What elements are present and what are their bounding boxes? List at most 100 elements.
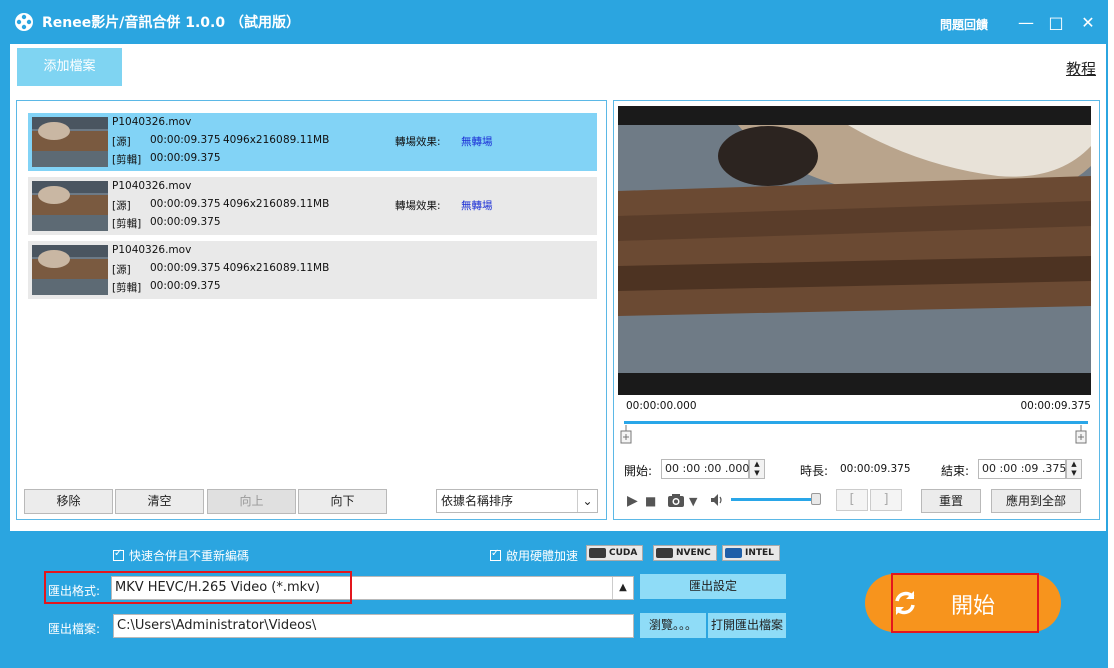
timeline-end-handle[interactable] (1074, 425, 1088, 445)
transition-link[interactable]: 無轉場 (461, 198, 493, 213)
open-folder-button[interactable]: 打開匯出檔案 (708, 613, 786, 638)
mark-out-button[interactable]: ] (870, 489, 902, 511)
cut-label: [剪輯] (112, 218, 142, 230)
volume-icon[interactable] (710, 493, 726, 507)
feedback-link[interactable]: 問題回饋 (940, 16, 988, 33)
file-resolution: 4096x2160 (223, 198, 283, 210)
end-time-label: 結束: (941, 464, 970, 478)
checkbox-checked-icon (113, 548, 124, 561)
fast-merge-label: 快速合併且不重新編碼 (129, 549, 250, 563)
nvidia-chip-icon (589, 548, 606, 558)
clear-button[interactable]: 清空 (115, 489, 204, 514)
fast-merge-checkbox[interactable]: 快速合併且不重新編碼 (113, 547, 249, 564)
window-title: Renee影片/音訊合併 1.0.0 （試用版） (42, 15, 300, 31)
file-name: P1040326.mov (112, 244, 192, 256)
cuda-badge: CUDA (586, 545, 644, 561)
cut-duration: 00:00:09.375 (150, 152, 221, 164)
close-button[interactable]: ✕ (1077, 12, 1099, 34)
start-time-stepper[interactable]: ▲ ▼ (749, 459, 765, 479)
screenshot-dropdown-icon[interactable]: ▼ (689, 494, 697, 510)
duration-label: 時長: (800, 464, 829, 478)
hw-accel-checkbox[interactable]: 啟用硬體加速 (490, 547, 578, 564)
timeline-start-handle[interactable] (619, 425, 633, 445)
checkbox-checked-icon (490, 548, 501, 561)
maximize-button[interactable]: □ (1045, 12, 1067, 34)
timeline-track[interactable] (624, 421, 1088, 424)
export-path-input[interactable]: C:\Users\Administrator\Videos\ (113, 614, 634, 638)
video-thumbnail (32, 117, 108, 167)
transition-link[interactable]: 無轉場 (461, 134, 493, 149)
nvidia-chip-icon (656, 548, 673, 558)
source-duration: 00:00:09.375 (150, 262, 221, 274)
video-thumbnail (32, 181, 108, 231)
cut-duration: 00:00:09.375 (150, 280, 221, 292)
main-panel: 添加檔案 教程 P1040326.mov [源] 00:00:09.375 40… (10, 44, 1106, 531)
nvenc-label: NVENC (676, 548, 711, 558)
source-label: [源] (112, 264, 131, 276)
file-size: 89.11MB (283, 134, 330, 146)
cuda-label: CUDA (609, 548, 638, 558)
end-time-stepper[interactable]: ▲ ▼ (1066, 459, 1082, 479)
source-label: [源] (112, 200, 131, 212)
title-bar: Renee影片/音訊合併 1.0.0 （試用版） 問題回饋 — □ ✕ (0, 0, 1108, 44)
tutorial-link[interactable]: 教程 (1066, 58, 1096, 79)
source-duration: 00:00:09.375 (150, 134, 221, 146)
transition-label: 轉場效果: (395, 136, 441, 148)
sort-dropdown-value: 依據名稱排序 (441, 494, 514, 508)
file-list-item[interactable]: P1040326.mov [源] 00:00:09.375 4096x2160 … (28, 113, 597, 171)
preview-start-time: 00:00:00.000 (626, 400, 697, 412)
file-size: 89.11MB (283, 198, 330, 210)
apply-to-all-button[interactable]: 應用到全部 (991, 489, 1081, 513)
export-file-label: 匯出檔案: (48, 622, 101, 636)
stop-icon[interactable]: ■ (645, 493, 656, 509)
transition-label: 轉場效果: (395, 200, 441, 212)
source-duration: 00:00:09.375 (150, 198, 221, 210)
file-name: P1040326.mov (112, 180, 192, 192)
intel-badge: INTEL (722, 545, 780, 561)
file-size: 89.11MB (283, 262, 330, 274)
remove-button[interactable]: 移除 (24, 489, 113, 514)
cut-label: [剪輯] (112, 154, 142, 166)
intel-label: INTEL (745, 548, 774, 558)
move-up-button[interactable]: 向上 (207, 489, 296, 514)
preview-end-time: 00:00:09.375 (1020, 400, 1091, 412)
minimize-button[interactable]: — (1015, 12, 1037, 34)
move-down-button[interactable]: 向下 (298, 489, 387, 514)
export-settings-button[interactable]: 匯出設定 (640, 574, 786, 599)
volume-slider-handle[interactable] (811, 493, 821, 505)
hw-accel-label: 啟用硬體加速 (506, 549, 579, 563)
source-label: [源] (112, 136, 131, 148)
file-list-item[interactable]: P1040326.mov [源] 00:00:09.375 4096x2160 … (28, 241, 597, 299)
preview-panel: 00:00:00.000 00:00:09.375 開始: 00 :00 :00… (613, 100, 1100, 520)
video-thumbnail (32, 245, 108, 295)
reset-button[interactable]: 重置 (921, 489, 981, 513)
file-resolution: 4096x2160 (223, 262, 283, 274)
video-preview (618, 106, 1091, 395)
duration-value: 00:00:09.375 (840, 463, 911, 475)
volume-slider[interactable] (731, 498, 819, 501)
nvenc-badge: NVENC (653, 545, 717, 561)
sort-dropdown[interactable]: 依據名稱排序 ⌄ (436, 489, 598, 513)
end-time-input[interactable]: 00 :00 :09 .375 (978, 459, 1066, 479)
start-time-input[interactable]: 00 :00 :00 .000 (661, 459, 749, 479)
start-time-label: 開始: (624, 464, 653, 478)
film-reel-icon (15, 13, 33, 31)
file-resolution: 4096x2160 (223, 134, 283, 146)
start-highlight-box (891, 573, 1039, 633)
camera-icon[interactable] (667, 493, 685, 508)
chevron-up-icon[interactable]: ▲ (612, 577, 633, 599)
mark-in-button[interactable]: [ (836, 489, 868, 511)
intel-chip-icon (725, 548, 742, 558)
format-highlight-box (44, 571, 352, 604)
cut-duration: 00:00:09.375 (150, 216, 221, 228)
chevron-down-icon: ⌄ (577, 490, 597, 512)
browse-button[interactable]: 瀏覽。。。 (640, 613, 706, 638)
play-icon[interactable]: ▶ (627, 493, 638, 509)
file-list-panel: P1040326.mov [源] 00:00:09.375 4096x2160 … (16, 100, 607, 520)
export-settings-area: 快速合併且不重新編碼 啟用硬體加速 CUDA NVENC INTEL 匯出格式:… (0, 531, 1108, 668)
add-file-button[interactable]: 添加檔案 (17, 48, 122, 86)
cut-label: [剪輯] (112, 282, 142, 294)
app-window: Renee影片/音訊合併 1.0.0 （試用版） 問題回饋 — □ ✕ 添加檔案… (0, 0, 1108, 668)
file-name: P1040326.mov (112, 116, 192, 128)
file-list-item[interactable]: P1040326.mov [源] 00:00:09.375 4096x2160 … (28, 177, 597, 235)
